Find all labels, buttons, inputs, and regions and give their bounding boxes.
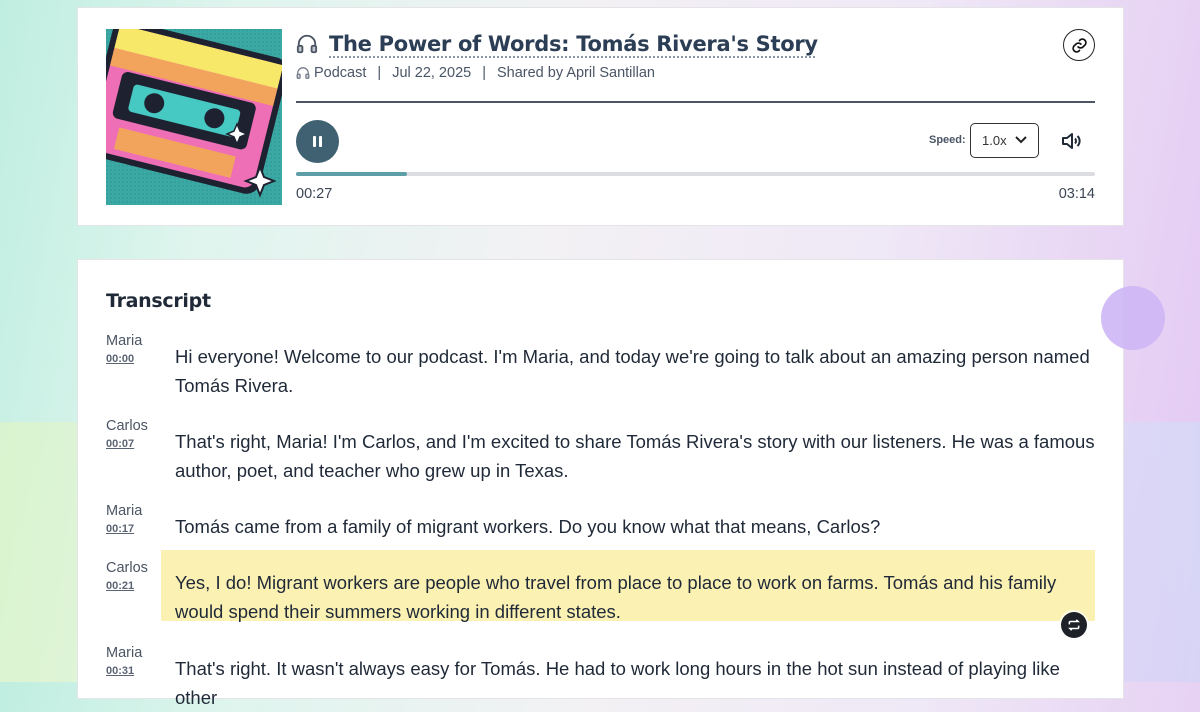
transcript-text: Hi everyone! Welcome to our podcast. I'm… [175,346,1090,396]
transcript-heading: Transcript [106,290,211,312]
volume-icon [1062,133,1081,149]
speed-value: 1.0x [982,133,1007,148]
speaker-name: Carlos [106,418,148,434]
current-time: 00:27 [296,186,333,202]
speaker-name: Maria [106,503,143,519]
episode-title[interactable]: The Power of Words: Tomás Rivera's Story [329,32,818,56]
timestamp-link[interactable]: 00:00 [106,353,134,365]
pause-icon [313,136,316,147]
meta-separator: | [482,65,486,81]
floating-bubble[interactable] [1101,286,1165,350]
transcript-text: That's right. It wasn't always easy for … [175,658,1060,708]
loop-icon [1068,619,1080,631]
timestamp-link[interactable]: 00:07 [106,438,134,450]
headphones-icon [296,67,310,79]
progress-bar[interactable] [296,172,1095,176]
divider [296,101,1095,103]
speed-select[interactable]: 1.0x [970,123,1039,158]
link-icon [1071,37,1087,53]
transcript-card: Transcript Maria 00:00 Hi everyone! Welc… [77,259,1124,708]
speaker-name: Carlos [106,560,148,576]
timestamp-link[interactable]: 00:17 [106,523,134,535]
headphones-icon [296,34,318,54]
cover-art [106,29,282,205]
player-card: The Power of Words: Tomás Rivera's Story… [77,7,1124,226]
transcript-text: Yes, I do! Migrant workers are people wh… [175,572,1057,622]
meta-separator: | [377,65,382,81]
title-row: The Power of Words: Tomás Rivera's Story [296,32,818,56]
transcript-text: That's right, Maria! I'm Carlos, and I'm… [175,431,1095,481]
chevron-down-icon [1015,136,1027,144]
copy-link-button[interactable] [1063,29,1095,61]
pause-button[interactable] [296,120,339,163]
speed-label: Speed: [929,134,966,146]
timestamp-link[interactable]: 00:31 [106,665,134,677]
episode-meta: Podcast | Jul 22, 2025 | Shared by April… [296,65,655,81]
timestamp-link[interactable]: 00:21 [106,580,134,592]
transcript-text: Tomás came from a family of migrant work… [175,516,881,537]
pause-icon [319,136,322,147]
episode-type: Podcast [314,65,367,81]
loop-button[interactable] [1061,612,1087,638]
total-time: 03:14 [1058,186,1095,202]
shared-by: Shared by April Santillan [496,65,655,81]
volume-button[interactable] [1059,129,1083,153]
episode-date: Jul 22, 2025 [392,65,472,81]
speaker-name: Maria [106,333,143,349]
progress-fill [296,172,408,176]
speaker-name: Maria [106,645,143,661]
